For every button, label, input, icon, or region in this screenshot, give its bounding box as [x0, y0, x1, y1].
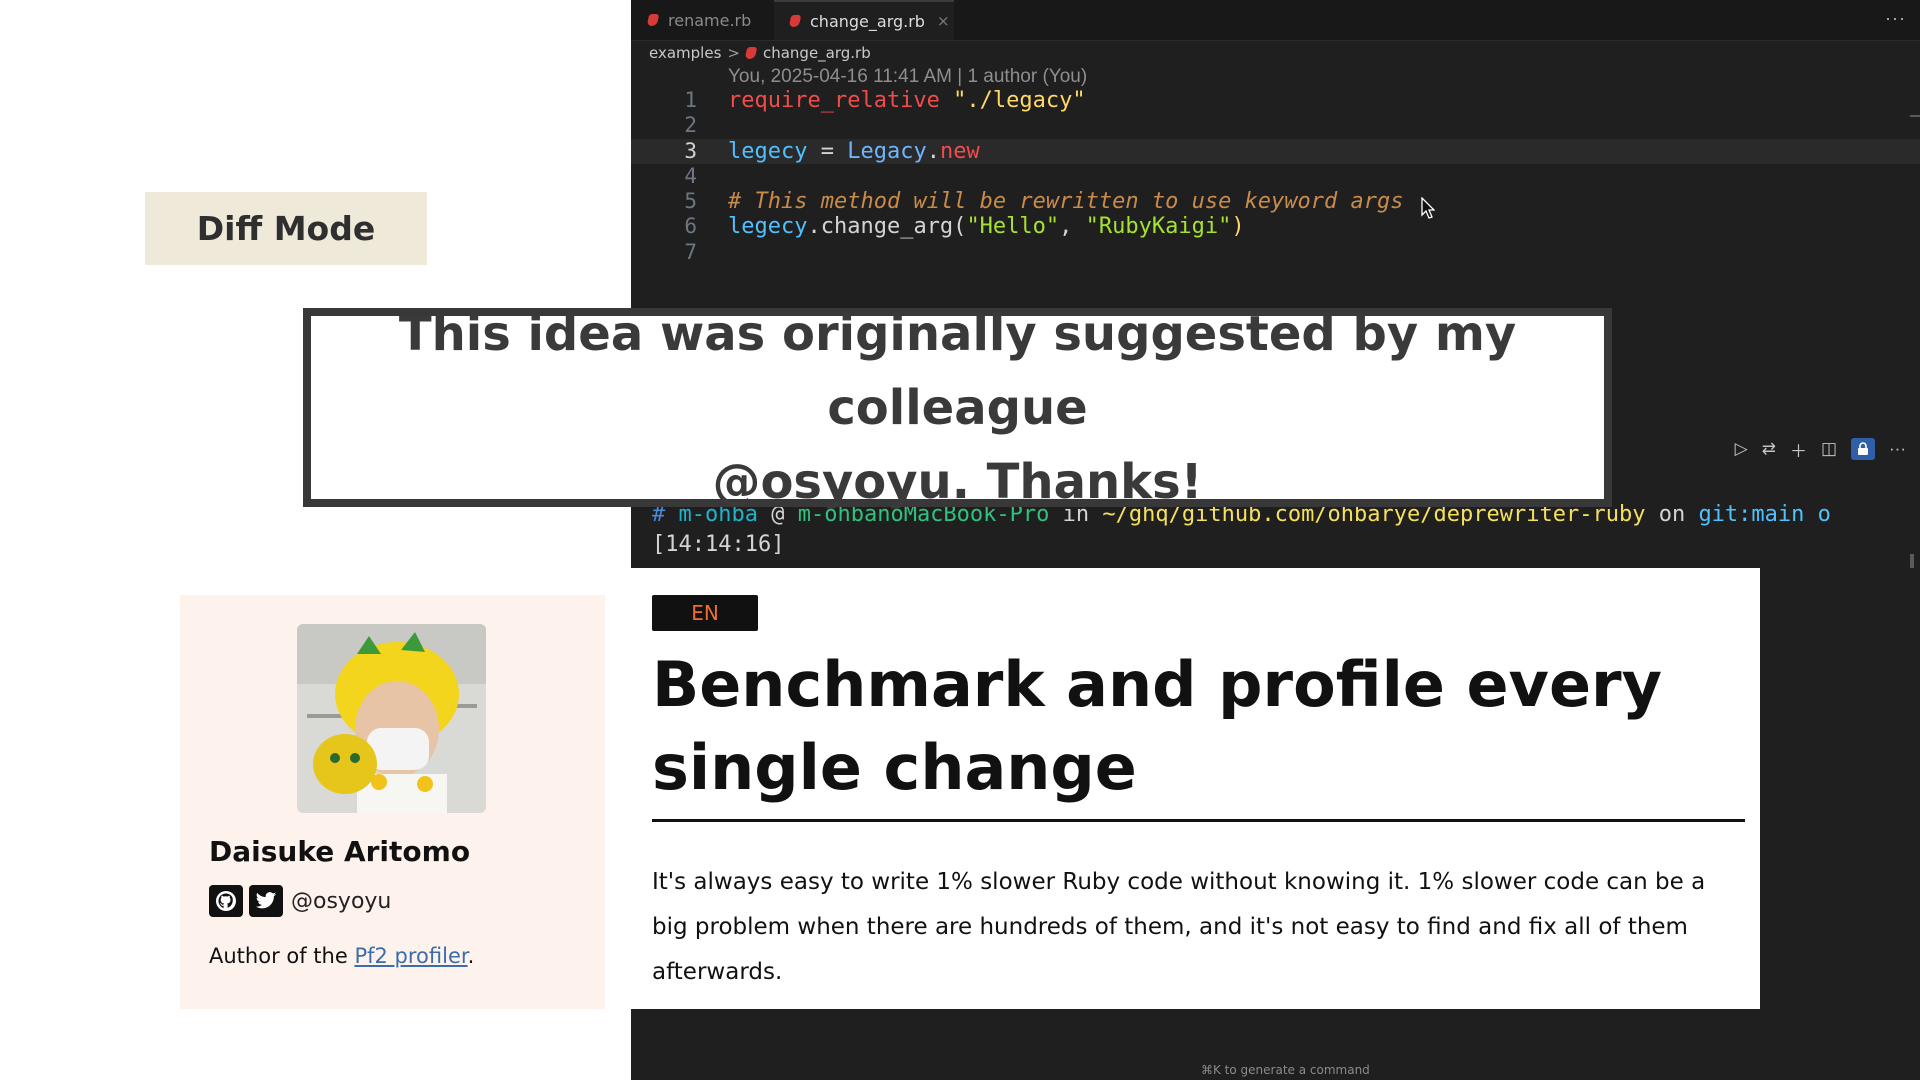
code-comment: # This method will be rewritten to use k…: [728, 189, 1404, 215]
code-line: 7: [631, 240, 1920, 265]
line-number: 3: [684, 138, 697, 163]
code-token: new: [939, 138, 980, 164]
plus-icon[interactable]: ＋: [1790, 437, 1807, 462]
code-line-current: 3 legecy = Legacy.new: [631, 138, 1920, 164]
split-arrows-icon[interactable]: ⇄: [1762, 439, 1776, 459]
twitter-icon[interactable]: [249, 885, 283, 917]
title-divider: [652, 819, 1745, 822]
ruby-file-icon: [744, 47, 758, 59]
code-token: ,: [1059, 214, 1086, 240]
article-card: EN Benchmark and profile every single ch…: [631, 568, 1760, 1009]
ruby-file-icon: [788, 15, 802, 27]
more-icon[interactable]: ···: [1889, 439, 1906, 459]
layout-icon[interactable]: ◫: [1821, 439, 1837, 459]
code-line: 5 # This method will be rewritten to use…: [631, 189, 1920, 214]
code-line: 4: [631, 164, 1920, 189]
caption-box: This idea was originally suggested by my…: [303, 306, 1612, 510]
diff-mode-label: Diff Mode: [145, 192, 427, 265]
social-links: @osyoyu: [209, 885, 391, 917]
breadcrumb-file[interactable]: change_arg.rb: [763, 44, 871, 62]
git-blame-annotation[interactable]: You, 2025-04-16 11:41 AM | 1 author (You…: [728, 66, 1087, 88]
ruby-file-icon: [646, 14, 660, 26]
github-icon[interactable]: [209, 885, 243, 917]
speaker-card: Daisuke Aritomo @osyoyu Author of the Pf…: [180, 595, 605, 1009]
code-token: "RubyKaigi": [1085, 214, 1232, 240]
close-icon[interactable]: ×: [937, 12, 950, 30]
mouse-pointer-icon: [1421, 197, 1435, 219]
code-area[interactable]: 1 require_relative "./legacy" 2 3 legecy…: [631, 88, 1920, 265]
code-token: .change_arg(: [807, 214, 967, 240]
speaker-bio: Author of the Pf2 profiler.: [209, 944, 475, 968]
pf2-profiler-link[interactable]: Pf2 profiler: [354, 944, 467, 968]
code-token: legecy: [728, 138, 808, 164]
speaker-photo: [297, 624, 486, 813]
line-number: 6: [684, 214, 697, 239]
code-token: "./legacy": [939, 88, 1086, 113]
chevron-right-icon: >: [727, 44, 740, 62]
more-actions-icon[interactable]: ···: [1885, 8, 1906, 29]
code-token: ): [1231, 214, 1245, 240]
code-token: .: [926, 138, 940, 164]
line-number: 4: [684, 163, 697, 188]
lock-icon[interactable]: [1851, 438, 1876, 460]
tab-change-arg-rb[interactable]: change_arg.rb ×: [774, 0, 954, 40]
article-title: Benchmark and profile every single chang…: [652, 648, 1663, 804]
code-line: 6 legecy.change_arg("Hello", "RubyKaigi"…: [631, 214, 1920, 239]
scrollbar-marker: [1910, 115, 1920, 117]
breadcrumb: examples > change_arg.rb: [631, 41, 1920, 65]
tab-label: rename.rb: [668, 10, 752, 30]
article-body: It's always easy to write 1% slower Ruby…: [652, 869, 1706, 985]
line-number: 2: [684, 113, 697, 138]
code-token: Legacy: [847, 138, 927, 164]
line-number: 5: [684, 189, 697, 214]
scrollbar-thumb[interactable]: [1910, 554, 1914, 568]
speaker-name: Daisuke Aritomo: [209, 835, 471, 868]
line-number: 1: [684, 88, 697, 112]
command-hint: ⌘K to generate a command: [1201, 1063, 1370, 1077]
code-token: legecy: [728, 214, 808, 240]
code-token: =: [807, 138, 848, 164]
code-line: 2: [631, 113, 1920, 138]
terminal-toolbar: ▷ ⇄ ＋ ◫ ···: [1620, 435, 1920, 463]
speaker-handle[interactable]: @osyoyu: [291, 889, 391, 914]
tab-label: change_arg.rb: [810, 11, 925, 31]
language-badge: EN: [652, 595, 758, 631]
tab-rename-rb[interactable]: rename.rb: [631, 0, 771, 40]
caption-text: This idea was originally suggested by my…: [311, 297, 1604, 519]
play-icon[interactable]: ▷: [1735, 439, 1748, 459]
editor-tab-bar: rename.rb change_arg.rb × ···: [631, 0, 1920, 41]
caption-line-1: This idea was originally suggested by my…: [398, 305, 1517, 436]
code-line: 1 require_relative "./legacy": [631, 88, 1920, 113]
line-number: 7: [684, 239, 697, 264]
code-token: "Hello": [966, 214, 1060, 240]
code-token: require_relative: [728, 88, 940, 113]
caption-line-2: @osyoyu. Thanks!: [712, 453, 1203, 510]
breadcrumb-folder[interactable]: examples: [649, 44, 721, 62]
terminal-time: [14:14:16]: [652, 532, 785, 557]
